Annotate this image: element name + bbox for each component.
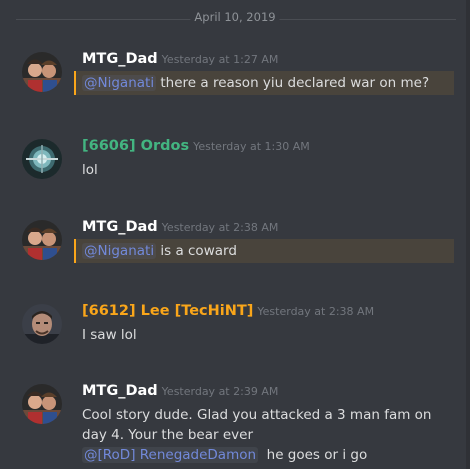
- avatar-ordos[interactable]: [22, 139, 62, 179]
- scrollbar[interactable]: [466, 0, 470, 469]
- message-line: Cool story dude. Glad you attacked a 3 m…: [82, 407, 432, 423]
- user-mention[interactable]: @Niganati: [82, 243, 157, 259]
- user-mention[interactable]: @Niganati: [82, 75, 157, 91]
- message-header: [6606] Ordos Yesterday at 1:30 AM: [82, 135, 310, 157]
- avatar-mtg-dad[interactable]: [22, 52, 62, 92]
- message-header: MTG_Dad Yesterday at 2:38 AM: [82, 216, 278, 238]
- timestamp: Yesterday at 2:38 AM: [161, 221, 279, 234]
- avatar-mtg-dad[interactable]: [22, 220, 62, 260]
- message-header: MTG_Dad Yesterday at 2:39 AM: [82, 380, 278, 402]
- timestamp: Yesterday at 1:30 AM: [193, 140, 310, 153]
- message-item[interactable]: MTG_Dad Yesterday at 1:27 AM @Niganati th…: [0, 48, 470, 100]
- message-header: [6612] Lee [TecHiNT] Yesterday at 2:38 AM: [82, 300, 374, 322]
- username[interactable]: MTG_Dad: [82, 219, 158, 235]
- message-text: is a coward: [160, 243, 237, 259]
- message-text: I saw lol: [82, 327, 137, 343]
- message-text: there a reason yiu declared war on me?: [160, 75, 430, 91]
- date-divider-label: April 10, 2019: [190, 10, 280, 24]
- message-header: MTG_Dad Yesterday at 1:27 AM: [82, 48, 278, 70]
- message-content: lol: [82, 160, 98, 180]
- message-item[interactable]: MTG_Dad Yesterday at 2:39 AM Cool story d…: [0, 380, 470, 469]
- message-line: day 4. Your the bear ever: [82, 427, 253, 443]
- username[interactable]: MTG_Dad: [82, 51, 158, 67]
- timestamp: Yesterday at 1:27 AM: [161, 53, 279, 66]
- message-item[interactable]: [6606] Ordos Yesterday at 1:30 AM lol: [0, 135, 470, 185]
- message-text: he goes or i go: [266, 447, 368, 463]
- message-item[interactable]: MTG_Dad Yesterday at 2:38 AM @Niganati is…: [0, 216, 470, 268]
- message-content: Cool story dude. Glad you attacked a 3 m…: [82, 405, 431, 465]
- message-content: I saw lol: [82, 325, 137, 345]
- timestamp: Yesterday at 2:38 AM: [257, 305, 375, 318]
- message-item[interactable]: [6612] Lee [TecHiNT] Yesterday at 2:38 AM…: [0, 300, 470, 350]
- username[interactable]: [6612] Lee [TecHiNT]: [82, 303, 253, 319]
- avatar-mtg-dad[interactable]: [22, 384, 62, 424]
- message-text: lol: [82, 162, 98, 178]
- avatar-lee[interactable]: [22, 304, 62, 344]
- username[interactable]: MTG_Dad: [82, 383, 158, 399]
- username[interactable]: [6606] Ordos: [82, 138, 189, 154]
- message-content: @Niganati there a reason yiu declared wa…: [82, 73, 429, 93]
- message-line-with-mention: @[RoD] RenegadeDamon he goes or i go: [82, 445, 431, 465]
- user-mention[interactable]: @[RoD] RenegadeDamon: [82, 447, 259, 463]
- timestamp: Yesterday at 2:39 AM: [161, 385, 279, 398]
- message-content: @Niganati is a coward: [82, 241, 237, 261]
